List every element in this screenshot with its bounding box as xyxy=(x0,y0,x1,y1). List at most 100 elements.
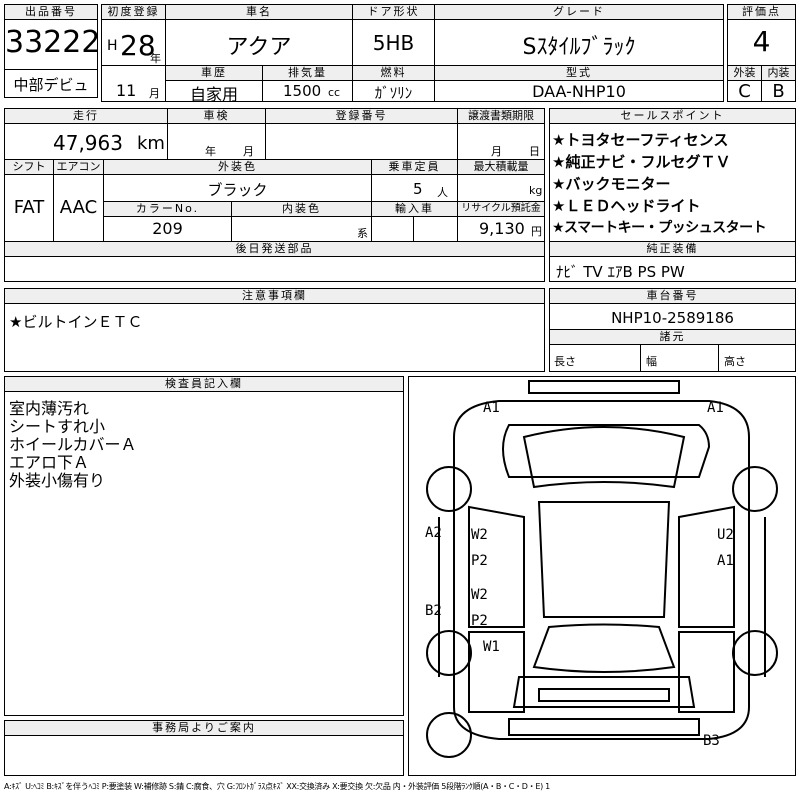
damage-mark: A1 xyxy=(483,400,500,416)
damage-mark: B3 xyxy=(703,733,720,749)
color-no-value: 209 xyxy=(152,219,183,238)
damage-map-box: A1 A1 A2 B2 W2 P2 W2 P2 W1 U2 A1 B3 xyxy=(408,376,796,776)
sale-points-box: セールスポイント ★トヨタセーフティセンス ★純正ナビ・フルセグＴＶ ★バックモ… xyxy=(549,108,796,282)
damage-mark: W1 xyxy=(483,639,500,655)
chassis-label: 車台番号 xyxy=(550,289,795,304)
sale-point-item: ★ＬＥＤヘッドライト xyxy=(552,197,701,215)
int-color-label: 内装色 xyxy=(232,202,371,217)
max-load-unit: kg xyxy=(529,184,543,197)
grade-value: Sｽﾀｲﾙﾌﾞﾗｯｸ xyxy=(522,35,636,60)
shift-label: シフト xyxy=(5,160,53,175)
door-label: ドア形状 xyxy=(353,5,434,20)
max-load-label: 最大積載量 xyxy=(458,160,544,175)
mileage-label: 走行 xyxy=(5,109,167,124)
inspector-label: 検査員記入欄 xyxy=(5,377,403,392)
sale-point-item: ★バックモニター xyxy=(552,175,671,193)
damage-mark: W2 xyxy=(471,527,488,543)
sale-points-label: セールスポイント xyxy=(550,109,795,124)
aircon-label: エアコン xyxy=(54,160,103,175)
ext-color-label: 外装色 xyxy=(104,160,371,175)
detail-box: 走行 車検 登録番号 譲渡書類期限 47,963 km 年 月 月 日 シフト … xyxy=(4,108,545,282)
damage-mark: A1 xyxy=(717,553,734,569)
score-ext-value: C xyxy=(738,81,751,102)
lot-section: 中部デビュ xyxy=(13,76,89,94)
car-name-value: アクア xyxy=(226,35,292,60)
car-diagram xyxy=(426,380,778,758)
model-value: DAA-NHP10 xyxy=(532,82,626,101)
lot-number: 33222 xyxy=(5,25,101,60)
recycle-value: 9,130 xyxy=(479,219,525,238)
sale-point-item: ★スマートキー・プッシュスタート xyxy=(552,220,767,236)
fuel-label: 燃料 xyxy=(353,66,434,81)
damage-mark: P2 xyxy=(471,613,488,629)
office-label: 事務局よりご案内 xyxy=(5,721,403,736)
notes-box: 注意事項欄 ★ビルトインＥＴＣ xyxy=(4,288,545,372)
transfer-day-unit: 日 xyxy=(529,145,540,158)
score-ext-label: 外装 xyxy=(728,66,761,81)
inspector-line: 外装小傷有り xyxy=(9,471,106,490)
later-parts-label: 後日発送部品 xyxy=(5,242,544,257)
displacement-value: 1500 xyxy=(283,82,322,100)
reg-no-label: 登録番号 xyxy=(266,109,457,124)
int-color-unit: 系 xyxy=(357,227,368,240)
capacity-label: 乗車定員 xyxy=(372,160,457,175)
shift-value: FAT xyxy=(13,197,45,218)
lot-box: 出品番号 33222 中部デビュ xyxy=(4,4,101,98)
inspection-month-unit: 月 xyxy=(243,145,254,158)
capacity-unit: 人 xyxy=(437,186,448,199)
car-name-label: 車名 xyxy=(166,5,352,20)
mileage-unit: km xyxy=(137,133,165,154)
damage-mark: B2 xyxy=(425,603,442,619)
score-value: 4 xyxy=(752,25,771,58)
transfer-month-unit: 月 xyxy=(491,145,502,158)
lot-label: 出品番号 xyxy=(5,5,97,20)
sale-point-item: ★トヨタセーフティセンス xyxy=(552,131,729,149)
inspector-box: 検査員記入欄 室内薄汚れ シートすれ小 ホイールカバーＡ エアロ下Ａ 外装小傷有… xyxy=(4,376,404,716)
inspection-year-unit: 年 xyxy=(205,145,216,158)
displacement-unit: cc xyxy=(328,86,341,99)
dimension-width-label: 幅 xyxy=(646,355,657,368)
dimension-length-label: 長さ xyxy=(554,355,576,368)
history-label: 車歴 xyxy=(166,66,262,81)
chassis-box: 車台番号 NHP10-2589186 諸元 長さ 幅 高さ xyxy=(549,288,796,372)
mileage-value: 47,963 xyxy=(53,131,123,155)
door-value: 5HB xyxy=(372,31,415,55)
score-int-value: B xyxy=(772,81,785,102)
chassis-value: NHP10-2589186 xyxy=(611,309,734,327)
score-label: 評価点 xyxy=(728,5,795,20)
model-label: 型式 xyxy=(435,66,723,81)
aircon-value: AAC xyxy=(59,197,98,218)
sale-point-item: ★純正ナビ・フルセグＴＶ xyxy=(552,153,731,171)
damage-mark: P2 xyxy=(471,553,488,569)
legend: A:ｷｽﾞ U:ﾍｺﾐ B:ｷｽﾞを伴うﾍｺﾐ P:要塗装 W:補修跡 S:錆 … xyxy=(4,782,550,791)
capacity-value: 5 xyxy=(413,180,423,198)
dimension-height-label: 高さ xyxy=(724,355,746,368)
notes-value: ★ビルトインＥＴＣ xyxy=(9,313,143,331)
inspection-label: 車検 xyxy=(168,109,265,124)
displacement-label: 排気量 xyxy=(263,66,352,81)
first-reg-year-unit: 年 xyxy=(150,52,161,65)
first-reg-month-unit: 月 xyxy=(149,87,160,100)
ext-color-value: ブラック xyxy=(207,181,268,199)
transfer-label: 譲渡書類期限 xyxy=(458,109,544,124)
dimensions-label: 諸元 xyxy=(550,330,795,345)
import-label: 輸入車 xyxy=(372,202,457,217)
equipment-value: ﾅﾋﾞ TV ｴｱB PS PW xyxy=(556,263,685,281)
grade-label: グレード xyxy=(435,5,723,20)
history-value: 自家用 xyxy=(189,85,238,104)
damage-mark: U2 xyxy=(717,527,734,543)
first-reg-era: H xyxy=(107,38,118,54)
score-box: 評価点 4 外装 内装 C B xyxy=(727,4,796,102)
office-box: 事務局よりご案内 xyxy=(4,720,404,776)
score-int-label: 内装 xyxy=(762,66,795,81)
top-row-box: 初度登録 車名 ドア形状 グレード H 28 年 アクア 5HB Sｽﾀｲﾙﾌﾞ… xyxy=(101,4,724,104)
damage-mark: A1 xyxy=(707,400,724,416)
recycle-unit: 円 xyxy=(531,225,542,238)
notes-label: 注意事項欄 xyxy=(5,289,544,304)
first-reg-label: 初度登録 xyxy=(102,5,165,20)
fuel-value: ｶﾞｿﾘﾝ xyxy=(374,84,413,102)
recycle-label: リサイクル預託金 xyxy=(458,202,544,217)
first-reg-month: 11 xyxy=(116,81,137,100)
equipment-label: 純正装備 xyxy=(550,242,795,257)
damage-mark: W2 xyxy=(471,587,488,603)
